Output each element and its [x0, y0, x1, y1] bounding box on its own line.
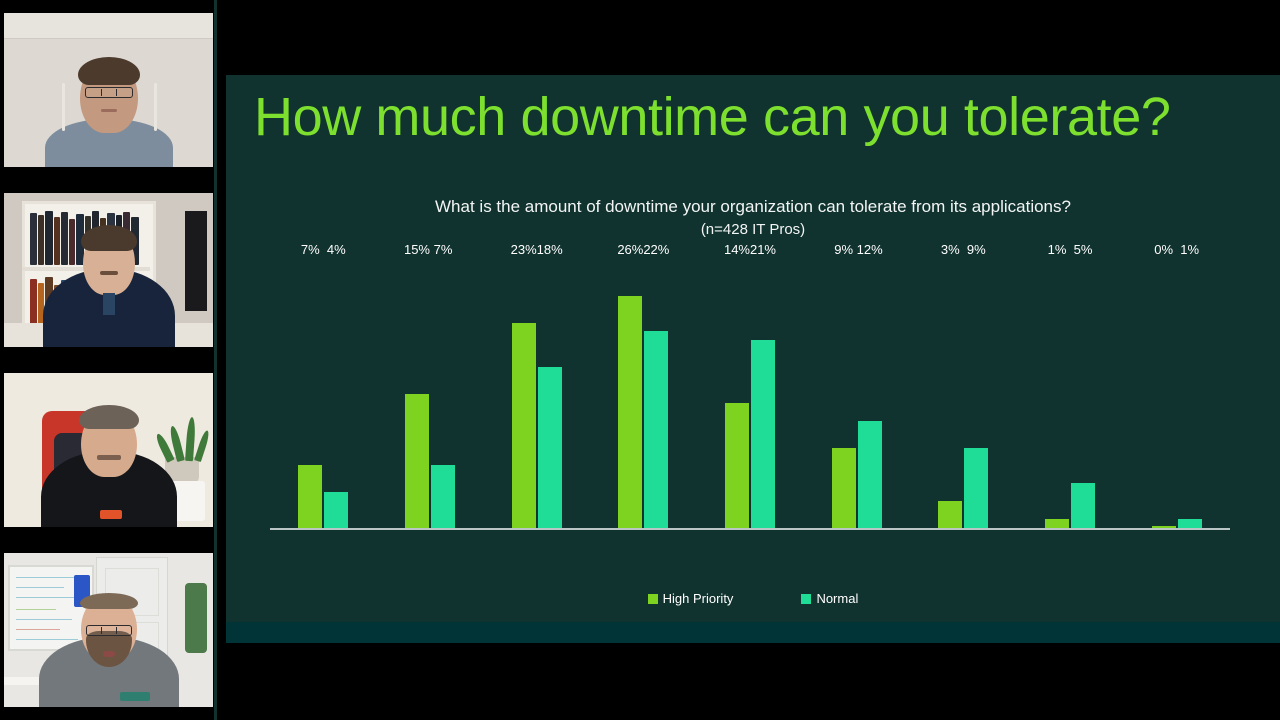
bar-value-label: 3%: [940, 242, 960, 257]
bar-group: 1% 5%: [1017, 242, 1124, 528]
tile-edge-2: [214, 180, 217, 360]
bar-normal: 5%: [1070, 242, 1095, 528]
bar-wrapper: 1%: [1044, 242, 1069, 528]
bar-group: 15% 7%: [377, 242, 484, 528]
bar-high-priority: 15%: [404, 242, 430, 528]
bar-group: 26% 22%: [590, 242, 697, 528]
legend-label: Normal: [816, 591, 859, 606]
bar-chart-plot: 7%4%No downtimeever15%7%Less than 15minu…: [270, 242, 1230, 530]
bar-high-priority: 26%: [617, 242, 643, 528]
bar-wrapper: 22%: [643, 242, 669, 528]
bar-high-priority: 0%: [1151, 242, 1176, 528]
bar-wrapper: 7%: [298, 242, 323, 528]
participant-tile-2[interactable]: [0, 180, 217, 360]
chart-sample-size: (n=428 IT Pros): [700, 221, 806, 238]
tile-edge-3: [214, 360, 217, 540]
bar-normal: 7%: [430, 242, 455, 528]
bar-high-priority: 23%: [511, 242, 537, 528]
bar-wrapper: 7%: [430, 242, 455, 528]
bar-wrapper: 12%: [857, 242, 883, 528]
bar-group: 9% 12%: [803, 242, 910, 528]
bar-wrapper: 1%: [1177, 242, 1202, 528]
bar-high-priority: 9%: [831, 242, 856, 528]
bar-wrapper: 21%: [750, 242, 776, 528]
bar-group: 7% 4%: [270, 242, 377, 528]
chart-legend: High Priority Normal: [226, 591, 1280, 606]
bar-group: 14% 21%: [697, 242, 804, 528]
legend-item-normal[interactable]: Normal: [801, 591, 858, 606]
bar-value-label: 9%: [834, 242, 854, 257]
bar-group: 23% 18%: [483, 242, 590, 528]
legend-label: High Priority: [662, 591, 734, 606]
bar-value-label: 18%: [536, 242, 563, 257]
bar-wrapper: 18%: [537, 242, 563, 528]
bar-value-label: 15%: [403, 242, 430, 257]
bar-value-label: 0%: [1154, 242, 1174, 257]
bar-wrapper: 26%: [617, 242, 643, 528]
bar-normal: 1%: [1177, 242, 1202, 528]
bar-value-label: 12%: [856, 242, 883, 257]
legend-swatch-icon: [647, 593, 658, 604]
slide-footer-band: [226, 622, 1280, 643]
bar-high-priority: 7%: [298, 242, 323, 528]
bar-wrapper: 0%: [1151, 242, 1176, 528]
bar-wrapper: 9%: [964, 242, 989, 528]
bar-value-label: 7%: [433, 242, 453, 257]
bar-wrapper: 9%: [831, 242, 856, 528]
bar-wrapper: 3%: [938, 242, 963, 528]
legend-swatch-icon: [801, 593, 812, 604]
participant-filmstrip: [0, 0, 220, 720]
bar-high-priority: 14%: [724, 242, 750, 528]
bar-normal: 4%: [324, 242, 349, 528]
bar-value-label: 5%: [1073, 242, 1093, 257]
legend-item-high-priority[interactable]: High Priority: [647, 591, 734, 606]
bar-value-label: 1%: [1180, 242, 1200, 257]
bar-normal: 9%: [964, 242, 989, 528]
bar-normal: 18%: [537, 242, 563, 528]
bar-value-label: 26%: [617, 242, 644, 257]
tile-edge-4: [214, 540, 217, 720]
bar-wrapper: 15%: [404, 242, 430, 528]
screen-share-stage: How much downtime can you tolerate? What…: [226, 0, 1280, 720]
slide-title: How much downtime can you tolerate?: [254, 87, 1171, 147]
bar-value-label: 14%: [723, 242, 750, 257]
bar-wrapper: 4%: [324, 242, 349, 528]
participant-tile-4[interactable]: [0, 540, 217, 720]
bar-value-label: 23%: [510, 242, 537, 257]
chart-subtitle: What is the amount of downtime your orga…: [435, 197, 1071, 216]
bar-value-label: 1%: [1047, 242, 1067, 257]
bar-value-label: 4%: [326, 242, 346, 257]
bar-normal: 22%: [643, 242, 669, 528]
x-axis-line: [270, 528, 1230, 530]
bar-value-label: 7%: [300, 242, 320, 257]
tile-edge-1: [214, 0, 217, 180]
bar-normal: 21%: [750, 242, 776, 528]
bar-value-label: 21%: [749, 242, 776, 257]
bar-value-label: 22%: [643, 242, 670, 257]
presentation-slide: How much downtime can you tolerate? What…: [226, 75, 1280, 643]
bar-wrapper: 14%: [724, 242, 750, 528]
bar-high-priority: 3%: [938, 242, 963, 528]
participant-tile-3[interactable]: [0, 360, 217, 540]
bar-value-label: 9%: [966, 242, 986, 257]
bar-wrapper: 5%: [1070, 242, 1095, 528]
bar-group: 0% 1%: [1123, 242, 1230, 528]
video-call-screen: How much downtime can you tolerate? What…: [0, 0, 1280, 720]
bar-high-priority: 1%: [1044, 242, 1069, 528]
bar-normal: 12%: [857, 242, 883, 528]
participant-tile-1[interactable]: [0, 0, 217, 180]
bar-group: 3% 9%: [910, 242, 1017, 528]
bar-wrapper: 23%: [511, 242, 537, 528]
